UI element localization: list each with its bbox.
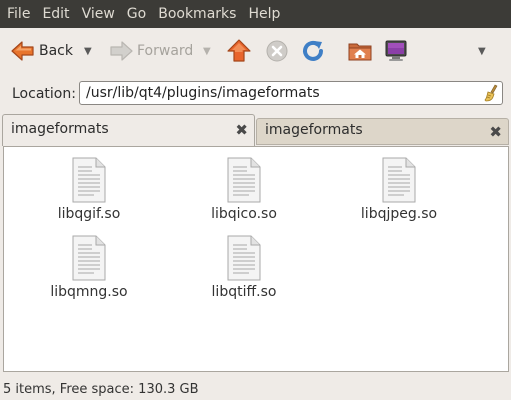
file-item[interactable]: libqjpeg.so: [344, 157, 454, 222]
file-name: libqgif.so: [57, 206, 121, 222]
computer-button[interactable]: [383, 28, 409, 74]
reload-icon: [303, 40, 323, 61]
file-item[interactable]: libqico.so: [189, 157, 299, 222]
forward-arrow-icon: [110, 41, 133, 61]
menu-bookmarks[interactable]: Bookmarks: [152, 0, 242, 28]
menu-file[interactable]: File: [0, 0, 36, 28]
menu-go[interactable]: Go: [121, 0, 152, 28]
stop-icon: [266, 40, 288, 62]
back-arrow-icon: [11, 41, 34, 61]
reload-button[interactable]: [300, 28, 326, 74]
tab-label: imageformats: [11, 121, 109, 137]
up-arrow-icon: [227, 39, 251, 62]
file-item[interactable]: libqtiff.so: [189, 235, 299, 300]
location-input[interactable]: [79, 81, 503, 105]
back-history-dropdown[interactable]: ▼: [84, 28, 92, 74]
file-name: libqjpeg.so: [360, 206, 438, 222]
tab-imageformats-active[interactable]: imageformats ✖: [2, 114, 255, 146]
home-folder-icon: [348, 43, 372, 61]
up-button[interactable]: [226, 28, 252, 74]
document-icon: [382, 157, 416, 203]
close-icon[interactable]: ✖: [489, 123, 502, 141]
tab-imageformats-inactive[interactable]: imageformats ✖: [256, 118, 509, 145]
menubar: File Edit View Go Bookmarks Help: [0, 0, 511, 28]
chevron-down-icon: ▼: [478, 45, 486, 57]
stop-button[interactable]: [264, 28, 290, 74]
menu-help[interactable]: Help: [242, 0, 286, 28]
menu-edit[interactable]: Edit: [36, 0, 75, 28]
back-label: Back: [39, 43, 73, 59]
tab-label: imageformats: [265, 122, 363, 138]
home-button[interactable]: [347, 28, 373, 74]
location-label: Location:: [12, 86, 76, 102]
clear-location-icon[interactable]: [484, 84, 500, 102]
close-icon[interactable]: ✖: [235, 121, 248, 139]
chevron-down-icon: ▼: [203, 45, 211, 57]
document-icon: [227, 235, 261, 281]
file-item[interactable]: libqgif.so: [34, 157, 144, 222]
chevron-down-icon: ▼: [84, 45, 92, 57]
document-icon: [72, 157, 106, 203]
status-text: 5 items, Free space: 130.3 GB: [3, 382, 199, 397]
computer-icon: [385, 40, 407, 61]
file-name: libqico.so: [211, 206, 277, 222]
location-bar: Location:: [0, 78, 511, 110]
file-name: libqtiff.so: [211, 284, 277, 300]
document-icon: [227, 157, 261, 203]
forward-history-dropdown[interactable]: ▼: [203, 28, 211, 74]
status-bar: 5 items, Free space: 130.3 GB: [0, 380, 511, 400]
tab-bar: imageformats ✖ imageformats ✖: [0, 114, 511, 146]
file-view[interactable]: libqgif.so libqico.so libqjpeg.so libqmn…: [3, 146, 509, 372]
menu-view[interactable]: View: [76, 0, 121, 28]
file-name: libqmng.so: [50, 284, 128, 300]
forward-button[interactable]: Forward: [108, 28, 193, 74]
back-button[interactable]: Back: [10, 28, 73, 74]
forward-label: Forward: [137, 43, 194, 59]
document-icon: [72, 235, 106, 281]
toolbar: Back ▼ Forward ▼ ▼: [0, 28, 511, 74]
toolbar-overflow-button[interactable]: ▼: [478, 28, 486, 74]
file-item[interactable]: libqmng.so: [34, 235, 144, 300]
